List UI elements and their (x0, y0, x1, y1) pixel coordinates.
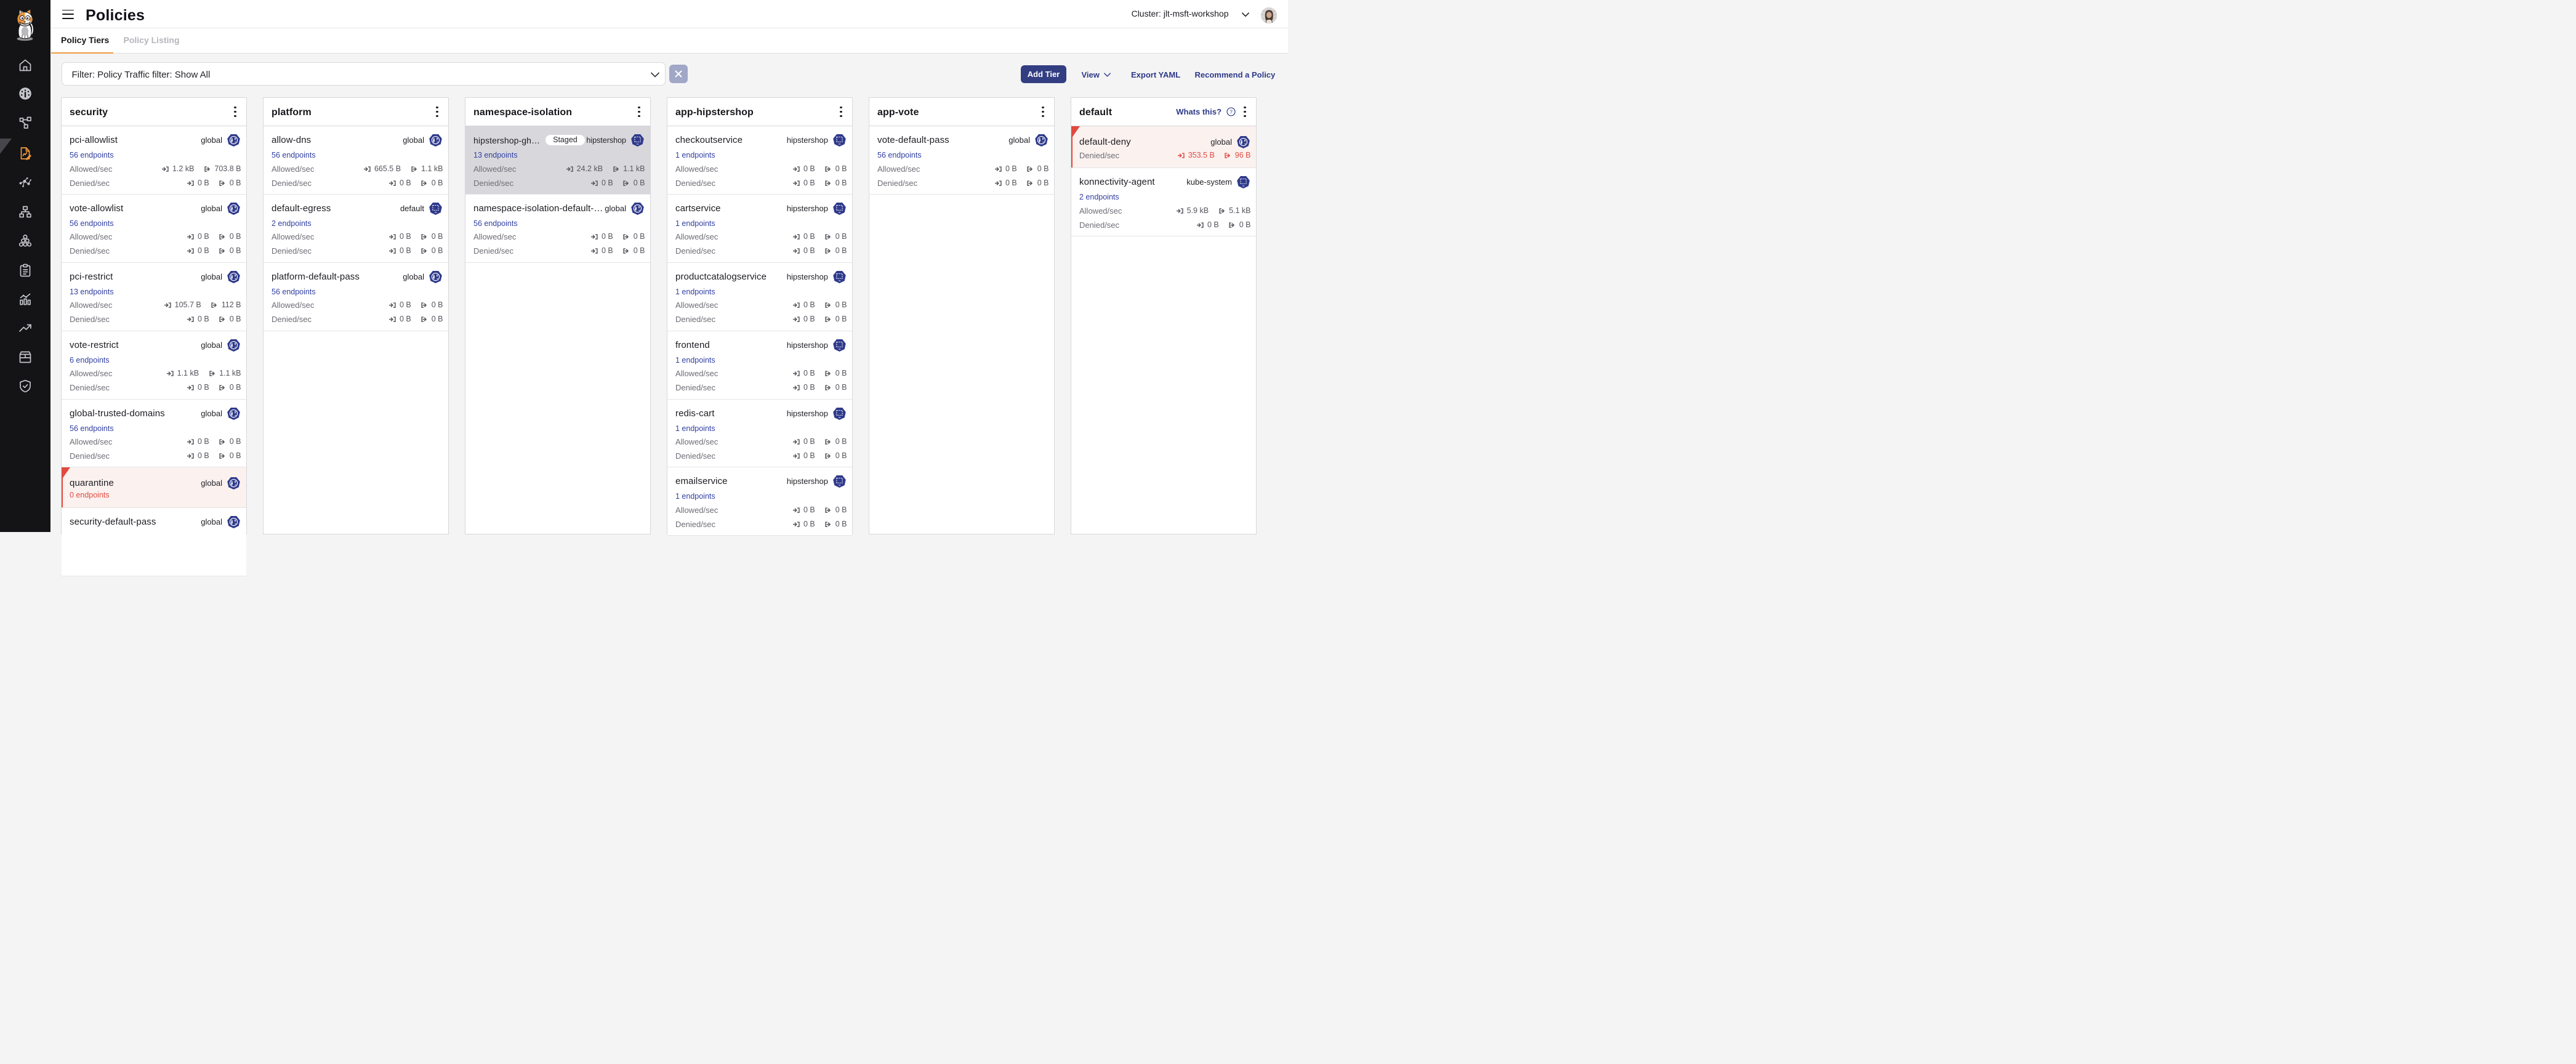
svg-text:?: ? (1230, 109, 1233, 115)
